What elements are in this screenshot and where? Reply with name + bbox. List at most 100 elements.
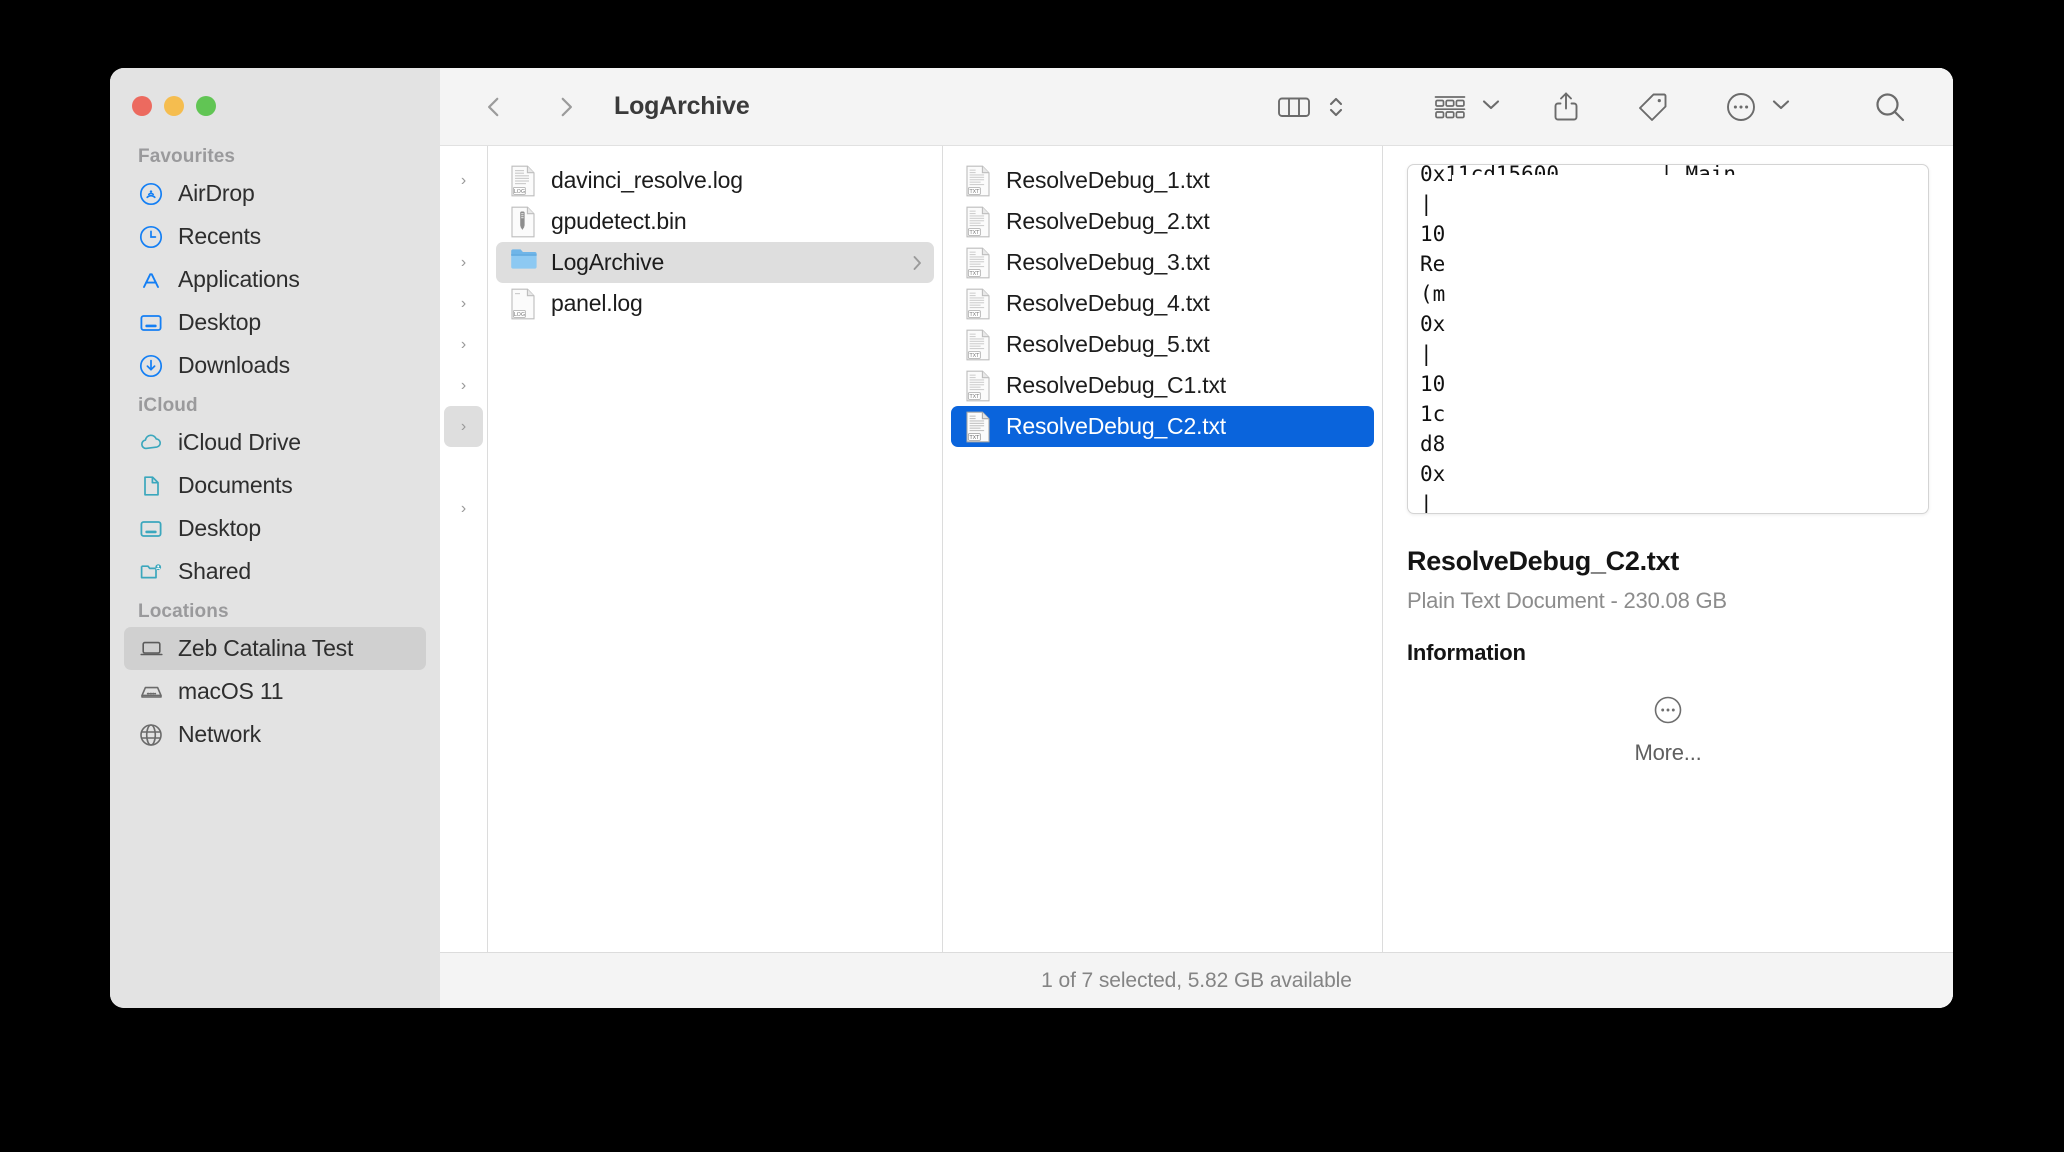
main-area: LogArchive › › › › › › › LOG davinci_res… bbox=[440, 68, 1953, 1008]
list-item[interactable]: › bbox=[444, 242, 483, 283]
sidebar-item-macos-11[interactable]: macOS 11 bbox=[124, 670, 426, 713]
preview-file-name: ResolveDebug_C2.txt bbox=[1407, 546, 1679, 576]
list-item[interactable] bbox=[444, 201, 483, 242]
sidebar-item-label: Network bbox=[178, 721, 261, 747]
list-item[interactable]: › bbox=[444, 160, 483, 201]
group-by-control[interactable] bbox=[1427, 92, 1501, 122]
svg-text:TXT: TXT bbox=[968, 271, 980, 277]
sidebar-item-label: Documents bbox=[178, 472, 293, 498]
sidebar-section-locations: Locations bbox=[138, 601, 229, 622]
laptop-icon bbox=[138, 636, 164, 662]
list-item[interactable]: TXT ResolveDebug_3.txt bbox=[951, 242, 1374, 283]
sidebar-item-label: Applications bbox=[178, 266, 300, 292]
chevron-right-icon: › bbox=[460, 335, 467, 353]
globe-icon bbox=[138, 722, 164, 748]
sidebar-item-shared[interactable]: Shared bbox=[124, 550, 426, 593]
sidebar-item-documents[interactable]: Documents bbox=[124, 464, 426, 507]
preview-pane: 0x11cd15600 | Main | 10 nci Re (m 0x | 1… bbox=[1383, 146, 1953, 952]
finder-window: Favourites AirDrop Recents Applications … bbox=[110, 68, 1953, 1008]
list-item[interactable]: › bbox=[444, 324, 483, 365]
txt-file-icon: TXT bbox=[965, 288, 993, 320]
list-item[interactable]: LOG panel.log bbox=[496, 283, 934, 324]
txt-file-icon: TXT bbox=[965, 165, 993, 197]
sidebar-item-label: AirDrop bbox=[178, 180, 255, 206]
sidebar-item-downloads[interactable]: Downloads bbox=[124, 344, 426, 387]
chevron-right-icon: › bbox=[460, 253, 467, 271]
chevron-right-icon: › bbox=[460, 417, 467, 435]
list-item[interactable]: TXT ResolveDebug_1.txt bbox=[951, 160, 1374, 201]
svg-text:LOG: LOG bbox=[514, 189, 525, 195]
list-item[interactable]: › bbox=[444, 283, 483, 324]
sidebar-item-desktop-icloud[interactable]: Desktop bbox=[124, 507, 426, 550]
sidebar-item-recents[interactable]: Recents bbox=[124, 215, 426, 258]
column-browser: › › › › › › › LOG davinci_resolve.log gp… bbox=[440, 146, 1953, 952]
status-bar: 1 of 7 selected, 5.82 GB available bbox=[440, 952, 1953, 1008]
file-name: LogArchive bbox=[551, 249, 665, 275]
file-name: gpudetect.bin bbox=[551, 208, 687, 234]
group-by-icon[interactable] bbox=[1427, 92, 1473, 122]
page-title: LogArchive bbox=[614, 92, 750, 120]
chevron-down-icon[interactable] bbox=[1481, 97, 1501, 116]
file-name: ResolveDebug_4.txt bbox=[1006, 290, 1210, 316]
chevron-up-down-icon[interactable] bbox=[1321, 91, 1351, 123]
folder-icon bbox=[510, 247, 538, 279]
sidebar-item-zeb-catalina-test[interactable]: Zeb Catalina Test bbox=[124, 627, 426, 670]
share-button[interactable] bbox=[1545, 90, 1587, 124]
tag-button[interactable] bbox=[1631, 91, 1675, 123]
list-item[interactable]: gpudetect.bin bbox=[496, 201, 934, 242]
list-item[interactable]: TXT ResolveDebug_2.txt bbox=[951, 201, 1374, 242]
close-button[interactable] bbox=[132, 96, 152, 116]
list-item-selected[interactable]: TXT ResolveDebug_C2.txt bbox=[951, 406, 1374, 447]
sidebar-item-label: Downloads bbox=[178, 352, 290, 378]
desktop-icon bbox=[138, 310, 164, 336]
sidebar-item-icloud-drive[interactable]: iCloud Drive bbox=[124, 421, 426, 464]
sidebar-item-applications[interactable]: Applications bbox=[124, 258, 426, 301]
minimize-button[interactable] bbox=[164, 96, 184, 116]
list-item[interactable]: TXT ResolveDebug_5.txt bbox=[951, 324, 1374, 365]
list-item[interactable] bbox=[444, 447, 483, 488]
sidebar-item-desktop[interactable]: Desktop bbox=[124, 301, 426, 344]
file-name: ResolveDebug_C2.txt bbox=[1006, 413, 1226, 439]
chevron-down-icon[interactable] bbox=[1771, 97, 1791, 116]
svg-text:TXT: TXT bbox=[968, 230, 980, 236]
list-item[interactable]: TXT ResolveDebug_4.txt bbox=[951, 283, 1374, 324]
column-view-icon[interactable] bbox=[1271, 92, 1317, 122]
preview-occluder bbox=[1452, 175, 1772, 501]
list-item[interactable]: › bbox=[444, 488, 483, 529]
chevron-right-icon: › bbox=[460, 294, 467, 312]
list-item[interactable]: TXT ResolveDebug_C1.txt bbox=[951, 365, 1374, 406]
airdrop-icon bbox=[138, 181, 164, 207]
forward-button[interactable] bbox=[544, 85, 588, 129]
column-parent: LOG davinci_resolve.log gpudetect.bin Lo… bbox=[488, 146, 943, 952]
binary-file-icon bbox=[510, 206, 538, 238]
sidebar-item-label: iCloud Drive bbox=[178, 429, 301, 455]
window-controls bbox=[110, 68, 440, 146]
toolbar: LogArchive bbox=[440, 68, 1953, 146]
log-file-icon: LOG bbox=[510, 165, 538, 197]
more-actions-control[interactable] bbox=[1719, 91, 1791, 123]
list-item[interactable]: LOG davinci_resolve.log bbox=[496, 160, 934, 201]
sidebar-item-network[interactable]: Network bbox=[124, 713, 426, 756]
list-item[interactable]: › bbox=[444, 406, 483, 447]
svg-text:TXT: TXT bbox=[968, 394, 980, 400]
chevron-right-icon bbox=[910, 253, 924, 273]
back-button[interactable] bbox=[472, 85, 516, 129]
list-item[interactable]: LogArchive bbox=[496, 242, 934, 283]
shared-folder-icon bbox=[138, 559, 164, 585]
more-button[interactable]: More... bbox=[1407, 694, 1929, 766]
ellipsis-circle-icon[interactable] bbox=[1719, 91, 1763, 123]
more-button-label: More... bbox=[1634, 740, 1702, 765]
zoom-button[interactable] bbox=[196, 96, 216, 116]
search-button[interactable] bbox=[1867, 90, 1913, 124]
sidebar-item-label: macOS 11 bbox=[178, 678, 284, 704]
sidebar-item-label: Shared bbox=[178, 558, 251, 584]
txt-file-icon: TXT bbox=[965, 370, 993, 402]
list-item[interactable]: › bbox=[444, 365, 483, 406]
view-mode-control[interactable] bbox=[1271, 91, 1351, 123]
sidebar-section-favourites: Favourites bbox=[138, 146, 236, 167]
desktop-icon bbox=[138, 516, 164, 542]
sidebar-item-airdrop[interactable]: AirDrop bbox=[124, 172, 426, 215]
file-name: panel.log bbox=[551, 290, 643, 316]
column-current: TXT ResolveDebug_1.txt TXT ResolveDebug_… bbox=[943, 146, 1383, 952]
column-ancestor: › › › › › › › bbox=[440, 146, 488, 952]
